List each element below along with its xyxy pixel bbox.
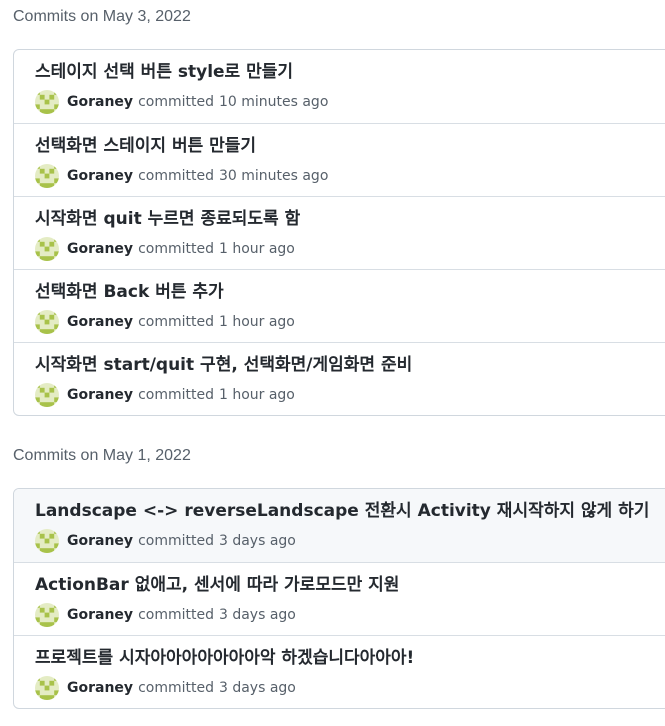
commit-verb: committed [138,680,214,696]
avatar[interactable] [35,237,59,261]
commit-message-link[interactable]: 스테이지 선택 버튼 style로 만들기 [35,61,293,83]
commit-time: 3 days ago [218,533,296,549]
commit-list-may-1: Landscape <-> reverseLandscape 전환시 Activ… [13,488,665,709]
commit-row: 시작화면 start/quit 구현, 선택화면/게임화면 준비 Goraney… [14,342,665,415]
commit-time: 1 hour ago [218,387,295,403]
avatar[interactable] [35,603,59,627]
author-link[interactable]: Goraney [67,607,133,623]
commit-meta: Goraney committed 10 minutes ago [35,90,328,114]
commit-row: 선택화면 스테이지 버튼 만들기 Goraney committed 30 mi… [14,123,665,196]
commit-meta: Goraney committed 3 days ago [35,603,296,627]
author-link[interactable]: Goraney [67,94,133,110]
commit-meta: Goraney committed 1 hour ago [35,237,295,261]
commit-verb: committed [138,314,214,330]
author-link[interactable]: Goraney [67,387,133,403]
group-heading-may-3: Commits on May 3, 2022 [13,8,191,25]
commit-meta: Goraney committed 1 hour ago [35,310,295,334]
commit-list-may-3: 스테이지 선택 버튼 style로 만들기 Goraney committed … [13,49,665,416]
avatar[interactable] [35,383,59,407]
commit-row: Landscape <-> reverseLandscape 전환시 Activ… [14,489,665,562]
author-link[interactable]: Goraney [67,168,133,184]
commit-row: 시작화면 quit 누르면 종료되도록 함 Goraney committed … [14,196,665,269]
commit-time: 1 hour ago [218,314,295,330]
commit-row: 스테이지 선택 버튼 style로 만들기 Goraney committed … [14,50,665,123]
commit-message-link[interactable]: Landscape <-> reverseLandscape 전환시 Activ… [35,500,649,522]
avatar[interactable] [35,90,59,114]
commit-verb: committed [138,533,214,549]
author-link[interactable]: Goraney [67,680,133,696]
author-link[interactable]: Goraney [67,241,133,257]
commit-row: ActionBar 없애고, 센서에 따라 가로모드만 지원 Goraney c… [14,562,665,635]
commit-meta: Goraney committed 1 hour ago [35,383,295,407]
commit-message-link[interactable]: 시작화면 quit 누르면 종료되도록 함 [35,208,300,230]
commit-verb: committed [138,94,214,110]
commit-verb: committed [138,607,214,623]
commit-message-link[interactable]: 프로젝트를 시자아아아아아아아악 하겠습니다아아아! [35,647,414,669]
commit-time: 10 minutes ago [218,94,329,110]
avatar[interactable] [35,676,59,700]
commit-time: 3 days ago [218,680,296,696]
commit-time: 1 hour ago [218,241,295,257]
commit-meta: Goraney committed 3 days ago [35,529,296,553]
commit-time: 30 minutes ago [218,168,329,184]
commit-timeline: Commits on May 3, 2022 스테이지 선택 버튼 style로… [0,0,665,726]
group-heading-may-1: Commits on May 1, 2022 [13,447,191,464]
commit-row: 선택화면 Back 버튼 추가 Goraney committed 1 hour… [14,269,665,342]
commit-verb: committed [138,168,214,184]
avatar[interactable] [35,310,59,334]
commit-time: 3 days ago [218,607,296,623]
avatar[interactable] [35,529,59,553]
commit-meta: Goraney committed 3 days ago [35,676,296,700]
commit-message-link[interactable]: ActionBar 없애고, 센서에 따라 가로모드만 지원 [35,574,399,596]
avatar[interactable] [35,164,59,188]
author-link[interactable]: Goraney [67,314,133,330]
commit-message-link[interactable]: 시작화면 start/quit 구현, 선택화면/게임화면 준비 [35,354,412,376]
author-link[interactable]: Goraney [67,533,133,549]
commit-verb: committed [138,241,214,257]
commit-meta: Goraney committed 30 minutes ago [35,164,328,188]
commit-row: 프로젝트를 시자아아아아아아아악 하겠습니다아아아! Goraney commi… [14,635,665,708]
commit-message-link[interactable]: 선택화면 스테이지 버튼 만들기 [35,135,256,157]
commit-message-link[interactable]: 선택화면 Back 버튼 추가 [35,281,224,303]
commit-verb: committed [138,387,214,403]
